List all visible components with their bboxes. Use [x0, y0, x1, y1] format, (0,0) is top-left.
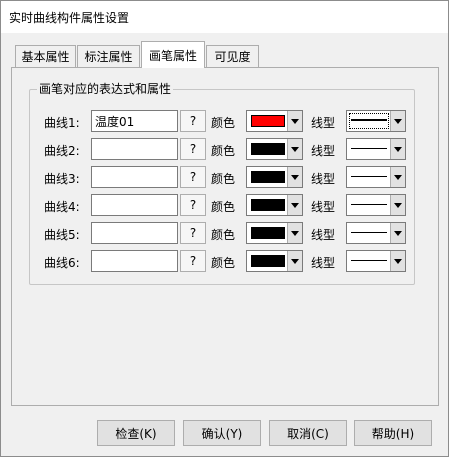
- group-title: 画笔对应的表达式和属性: [37, 80, 174, 97]
- color-label: 颜色: [211, 228, 236, 242]
- curve-label: 曲线2:: [44, 144, 80, 158]
- line-style-select[interactable]: [346, 138, 406, 160]
- color-select[interactable]: [246, 166, 303, 188]
- color-swatch: [251, 255, 285, 267]
- color-select[interactable]: [246, 250, 303, 272]
- line-style-select[interactable]: [346, 222, 406, 244]
- cancel-button[interactable]: 取消(C): [269, 420, 347, 446]
- color-swatch: [251, 115, 285, 127]
- tab-visibility[interactable]: 可见度: [206, 45, 259, 67]
- curve-expression-input[interactable]: [91, 166, 178, 188]
- line-sample: [351, 119, 387, 121]
- color-swatch: [251, 227, 285, 239]
- expression-browse-button[interactable]: ?: [180, 194, 206, 216]
- color-select[interactable]: [246, 138, 303, 160]
- chevron-down-icon[interactable]: [390, 223, 405, 243]
- line-style-label: 线型: [311, 200, 336, 214]
- curve-label: 曲线3:: [44, 172, 80, 186]
- chevron-down-icon[interactable]: [287, 195, 302, 215]
- color-label: 颜色: [211, 200, 236, 214]
- curve-label: 曲线6:: [44, 256, 80, 270]
- chevron-down-icon[interactable]: [287, 111, 302, 131]
- curve-label: 曲线4:: [44, 200, 80, 214]
- chevron-down-icon[interactable]: [390, 111, 405, 131]
- color-swatch: [251, 199, 285, 211]
- color-select[interactable]: [246, 194, 303, 216]
- color-select[interactable]: [246, 110, 303, 132]
- line-style-select[interactable]: [346, 250, 406, 272]
- expression-browse-button[interactable]: ?: [180, 250, 206, 272]
- chevron-down-icon[interactable]: [287, 223, 302, 243]
- line-sample: [351, 232, 387, 233]
- help-button[interactable]: 帮助(H): [354, 420, 432, 446]
- tab-annotation[interactable]: 标注属性: [77, 45, 140, 67]
- curve-expression-input[interactable]: [91, 110, 178, 132]
- line-sample: [351, 260, 387, 261]
- title-bar[interactable]: 实时曲线构件属性设置: [1, 1, 448, 33]
- line-style-select[interactable]: [346, 110, 406, 132]
- chevron-down-icon[interactable]: [287, 251, 302, 271]
- curve-expression-input[interactable]: [91, 250, 178, 272]
- chevron-down-icon[interactable]: [390, 139, 405, 159]
- tab-pen[interactable]: 画笔属性: [141, 41, 205, 68]
- chevron-down-icon[interactable]: [390, 167, 405, 187]
- color-label: 颜色: [211, 116, 236, 130]
- tab-basic[interactable]: 基本属性: [15, 45, 76, 67]
- check-button[interactable]: 检查(K): [97, 420, 175, 446]
- line-style-label: 线型: [311, 228, 336, 242]
- line-style-label: 线型: [311, 172, 336, 186]
- curve-label: 曲线1:: [44, 116, 80, 130]
- curve-expression-input[interactable]: [91, 222, 178, 244]
- dialog-window: 实时曲线构件属性设置 基本属性 标注属性 画笔属性 可见度 画笔对应的表达式和属…: [0, 0, 449, 457]
- line-style-select[interactable]: [346, 194, 406, 216]
- expression-browse-button[interactable]: ?: [180, 222, 206, 244]
- expression-browse-button[interactable]: ?: [180, 110, 206, 132]
- curve-expression-input[interactable]: [91, 138, 178, 160]
- curve-label: 曲线5:: [44, 228, 80, 242]
- chevron-down-icon[interactable]: [287, 139, 302, 159]
- line-style-label: 线型: [311, 256, 336, 270]
- color-label: 颜色: [211, 256, 236, 270]
- line-sample: [351, 204, 387, 205]
- focus-rect: [349, 113, 389, 129]
- color-swatch: [251, 143, 285, 155]
- line-sample: [351, 176, 387, 177]
- expression-browse-button[interactable]: ?: [180, 166, 206, 188]
- color-label: 颜色: [211, 172, 236, 186]
- window-title: 实时曲线构件属性设置: [9, 10, 130, 25]
- line-sample: [351, 148, 387, 149]
- line-style-label: 线型: [311, 144, 336, 158]
- curve-expression-input[interactable]: [91, 194, 178, 216]
- expression-browse-button[interactable]: ?: [180, 138, 206, 160]
- color-swatch: [251, 171, 285, 183]
- line-style-select[interactable]: [346, 166, 406, 188]
- chevron-down-icon[interactable]: [390, 195, 405, 215]
- line-style-label: 线型: [311, 116, 336, 130]
- chevron-down-icon[interactable]: [287, 167, 302, 187]
- ok-button[interactable]: 确认(Y): [183, 420, 261, 446]
- chevron-down-icon[interactable]: [390, 251, 405, 271]
- color-select[interactable]: [246, 222, 303, 244]
- color-label: 颜色: [211, 144, 236, 158]
